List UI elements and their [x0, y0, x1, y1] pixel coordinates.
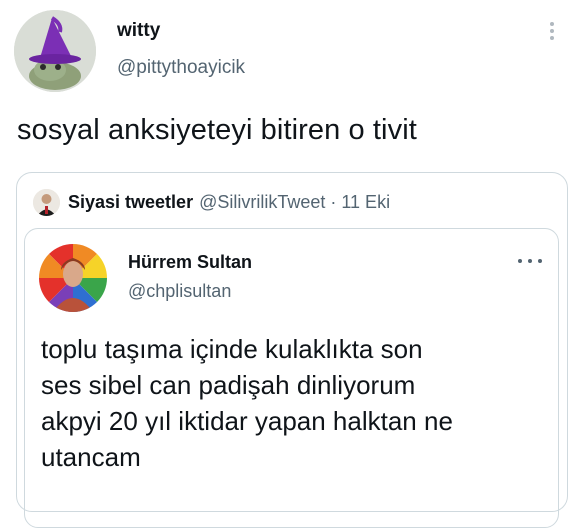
tweet-text: sosyal anksiyeteyi bitiren o tivit	[17, 114, 417, 146]
tweet-header: witty @pittythoayicik	[0, 0, 580, 100]
inner-tweet-line: ses sibel can padişah dinliyorum	[41, 370, 416, 400]
quoted-tweet-card[interactable]: Siyasi tweetler @SilivrilikTweet · 11 Ek…	[16, 172, 568, 528]
inner-tweet-line: toplu taşıma içinde kulaklıkta son	[41, 334, 423, 364]
quote-author-avatar[interactable]	[33, 188, 60, 216]
inner-author-handle[interactable]: @chplisultan	[128, 281, 231, 302]
vertical-more-icon[interactable]	[545, 22, 559, 46]
witch-hat-frog-avatar-icon	[14, 10, 96, 92]
inner-tweet-text: toplu taşıma içinde kulaklıkta son ses s…	[41, 331, 541, 475]
inner-author-display-name[interactable]: Hürrem Sultan	[128, 252, 252, 273]
author-display-name[interactable]: witty	[117, 20, 160, 42]
quoted-tweet-header: Siyasi tweetler @SilivrilikTweet · 11 Ek…	[33, 187, 390, 217]
inner-tweet-line: akpyi 20 yıl iktidar yapan halktan ne	[41, 406, 453, 436]
rainbow-portrait-avatar-icon	[39, 244, 107, 312]
separator-dot: ·	[330, 191, 337, 212]
quote-date[interactable]: 11 Eki	[341, 192, 390, 213]
inner-tweet-card[interactable]: Hürrem Sultan @chplisultan toplu taşıma …	[24, 228, 559, 528]
inner-author-avatar[interactable]	[39, 244, 107, 312]
person-avatar-icon	[33, 188, 60, 216]
quote-author-display-name[interactable]: Siyasi tweetler	[68, 192, 193, 213]
quote-author-handle[interactable]: @SilivrilikTweet	[199, 192, 325, 213]
author-handle[interactable]: @pittythoayicik	[117, 57, 245, 79]
inner-tweet-line: utancam	[41, 442, 141, 472]
author-avatar[interactable]	[14, 10, 96, 92]
horizontal-more-icon[interactable]	[518, 257, 542, 265]
